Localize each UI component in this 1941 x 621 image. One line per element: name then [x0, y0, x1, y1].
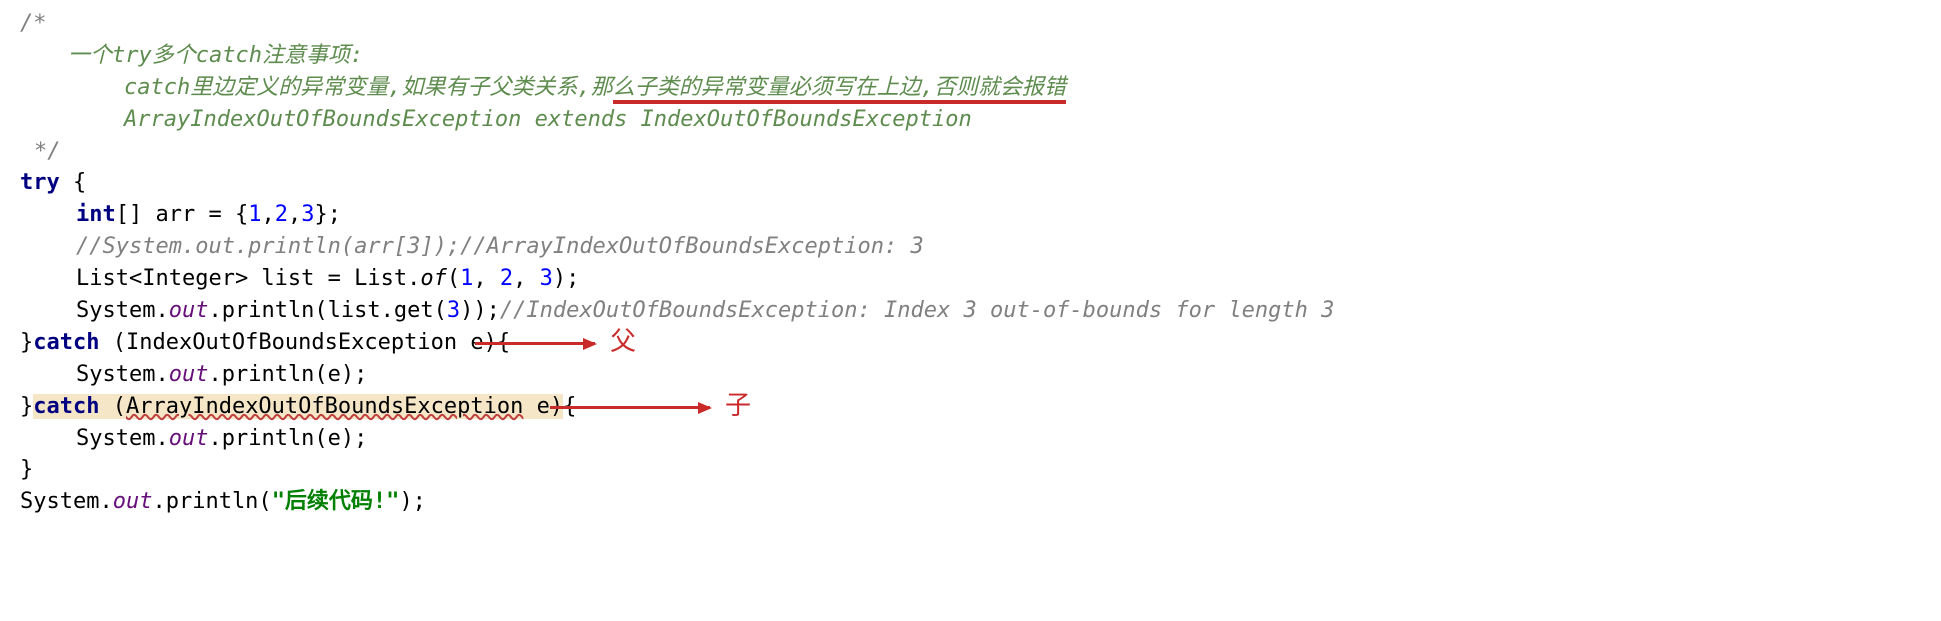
code-line-catch-1: }catch (IndexOutOfBoundsException e){ 父 [20, 327, 1921, 359]
code-line-close-brace: } [20, 454, 1921, 486]
code-line-catch1-body: System.out.println(e); [20, 359, 1921, 391]
arrow-parent [475, 342, 595, 345]
code-line-comment-arr: //System.out.println(arr[3]);//ArrayInde… [20, 231, 1921, 263]
code-line-list-decl: List<Integer> list = List.of(1, 2, 3); [20, 263, 1921, 295]
code-line-final: System.out.println("后续代码!"); [20, 486, 1921, 518]
comment-line-2: catch里边定义的异常变量,如果有子父类关系,那么子类的异常变量必须写在上边,… [20, 72, 1921, 104]
code-line-arr-decl: int[] arr = {1,2,3}; [20, 199, 1921, 231]
comment-close: */ [20, 136, 1921, 168]
comment-line-3: ArrayIndexOutOfBoundsException extends I… [20, 104, 1921, 136]
comment-line-1: 一个try多个catch注意事项: [20, 40, 1921, 72]
code-line-try: try { [20, 167, 1921, 199]
annotation-parent: 父 [610, 323, 636, 361]
code-line-catch2-body: System.out.println(e); [20, 423, 1921, 455]
error-exception-name: ArrayIndexOutOfBoundsException [126, 394, 523, 419]
arrow-child [550, 406, 710, 409]
code-line-println-list: System.out.println(list.get(3));//IndexO… [20, 295, 1921, 327]
comment-block: /* 一个try多个catch注意事项: catch里边定义的异常变量,如果有子… [20, 8, 1921, 167]
code-line-catch-2: }catch (ArrayIndexOutOfBoundsException e… [20, 391, 1921, 423]
annotation-child: 子 [725, 387, 751, 425]
comment-open: /* [20, 8, 1921, 40]
underlined-rule: 么子类的异常变量必须写在上边,否则就会报错 [613, 75, 1066, 104]
